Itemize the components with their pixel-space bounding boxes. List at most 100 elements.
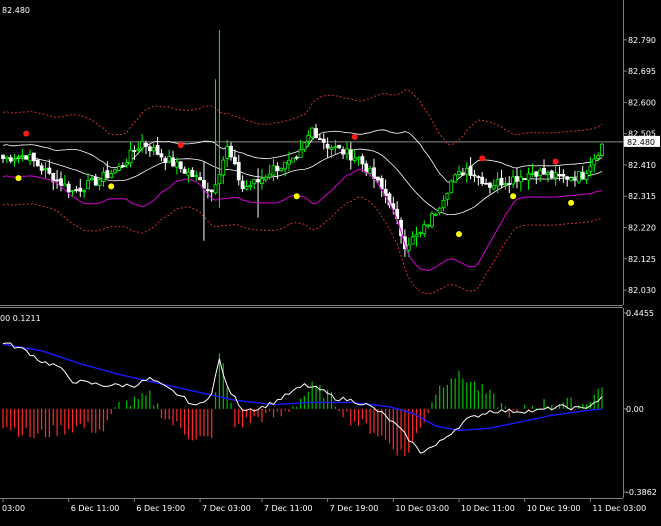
candle-body <box>147 146 152 152</box>
candle-body <box>78 187 83 192</box>
candle-body <box>410 236 415 245</box>
candle-body <box>93 176 98 186</box>
candle-body <box>151 147 156 152</box>
candle-body <box>16 156 21 159</box>
chart-canvas[interactable]: 82.480 82.79082.69582.60082.50582.41082.… <box>0 0 661 522</box>
candle-body <box>368 167 373 174</box>
candle-body <box>584 172 589 180</box>
candle-body <box>557 174 562 177</box>
candle-body <box>588 165 593 172</box>
candle-body <box>113 169 117 174</box>
candle-body <box>28 154 32 162</box>
candle-body <box>252 179 257 185</box>
candle-body <box>356 157 361 160</box>
candle-body <box>86 179 90 190</box>
candle-body <box>120 165 125 167</box>
candle-body <box>515 176 519 182</box>
candle-body <box>213 184 218 194</box>
candle-body <box>256 179 260 183</box>
candle-body <box>414 234 419 238</box>
candle-body <box>39 165 44 171</box>
candle-body <box>194 175 199 177</box>
candle-body <box>244 185 249 190</box>
candle-body <box>97 179 102 186</box>
candle-body <box>321 138 326 143</box>
candle-body <box>236 162 241 181</box>
candle-body <box>171 157 175 167</box>
candle-body <box>117 166 121 171</box>
time-tick-label: 6 Dec 11:00 <box>71 504 120 513</box>
candle-body <box>345 148 349 155</box>
time-tick-label: 11 Dec 03:00 <box>592 504 646 513</box>
candle-body <box>317 138 322 141</box>
candle-body <box>12 158 17 162</box>
candle-body <box>348 149 353 161</box>
candle-body <box>182 168 187 174</box>
candle-body <box>507 183 512 185</box>
price-tick-label: 82.220 <box>628 224 656 233</box>
candle-body <box>480 176 485 184</box>
yellow-signal-dot <box>15 175 22 182</box>
candle-body <box>445 193 450 200</box>
oscillator-tick-label: 0.00 <box>626 405 644 414</box>
price-tick-label: 82.125 <box>628 255 656 264</box>
candle-body <box>314 128 318 138</box>
time-tick-label: 7 Dec 11:00 <box>264 504 313 513</box>
candle-body <box>437 207 442 214</box>
candle-body <box>333 146 338 149</box>
candle-body <box>449 180 454 194</box>
candle-body <box>263 176 268 181</box>
candle-body <box>136 148 141 151</box>
candle-body <box>364 163 369 173</box>
price-tick-label: 82.600 <box>628 98 656 107</box>
candle-body <box>279 167 284 172</box>
candle-body <box>287 159 291 165</box>
candle-body <box>24 155 29 160</box>
yellow-signal-dot <box>108 183 115 190</box>
time-tick-label: 7 Dec 03:00 <box>202 504 251 513</box>
candle-body <box>433 213 438 216</box>
candle-body <box>47 167 52 174</box>
candle-body <box>476 176 481 178</box>
price-tick-label: 82.315 <box>628 192 656 201</box>
yellow-signal-dot <box>456 231 463 238</box>
candle-body <box>101 172 106 182</box>
candle-body <box>430 213 434 227</box>
candle-body <box>283 161 288 170</box>
candle-body <box>592 158 597 166</box>
red-signal-dot <box>177 142 184 149</box>
yellow-signal-dot <box>568 199 575 206</box>
candle-body <box>205 189 210 192</box>
candle-body <box>290 157 295 163</box>
candle-body <box>379 178 384 190</box>
oscillator-tick-label: -0.3862 <box>626 488 657 497</box>
candle-body <box>32 152 36 162</box>
price-tick-label: 82.790 <box>628 36 656 45</box>
candle-body <box>20 155 25 158</box>
candle-body <box>240 180 245 190</box>
candle-body <box>248 184 253 188</box>
candle-body <box>406 244 411 251</box>
candle-body <box>144 142 148 147</box>
chart-window[interactable]: 82.480 82.790 82.695 82.600 82.505 82.410 82.… <box>0 0 661 522</box>
candle-body <box>167 156 172 163</box>
oscillator-tick-label: 0.4455 <box>626 309 654 318</box>
candle-body <box>495 179 500 187</box>
candle-body <box>464 167 469 175</box>
yellow-signal-dot <box>293 193 300 200</box>
candle-body <box>418 232 423 234</box>
candle-body <box>372 167 376 179</box>
chart-background <box>0 0 661 522</box>
time-tick-label: 10 Dec 19:00 <box>527 504 581 513</box>
candle-body <box>89 178 94 181</box>
candle-body <box>491 185 496 190</box>
candle-body <box>352 157 357 161</box>
candle-body <box>460 172 465 176</box>
candle-body <box>337 144 342 149</box>
candle-body <box>306 135 311 142</box>
candle-body <box>128 149 133 164</box>
candle-body <box>271 165 276 176</box>
candle-body <box>55 179 60 182</box>
candle-body <box>198 176 202 181</box>
candle-body <box>503 183 508 186</box>
